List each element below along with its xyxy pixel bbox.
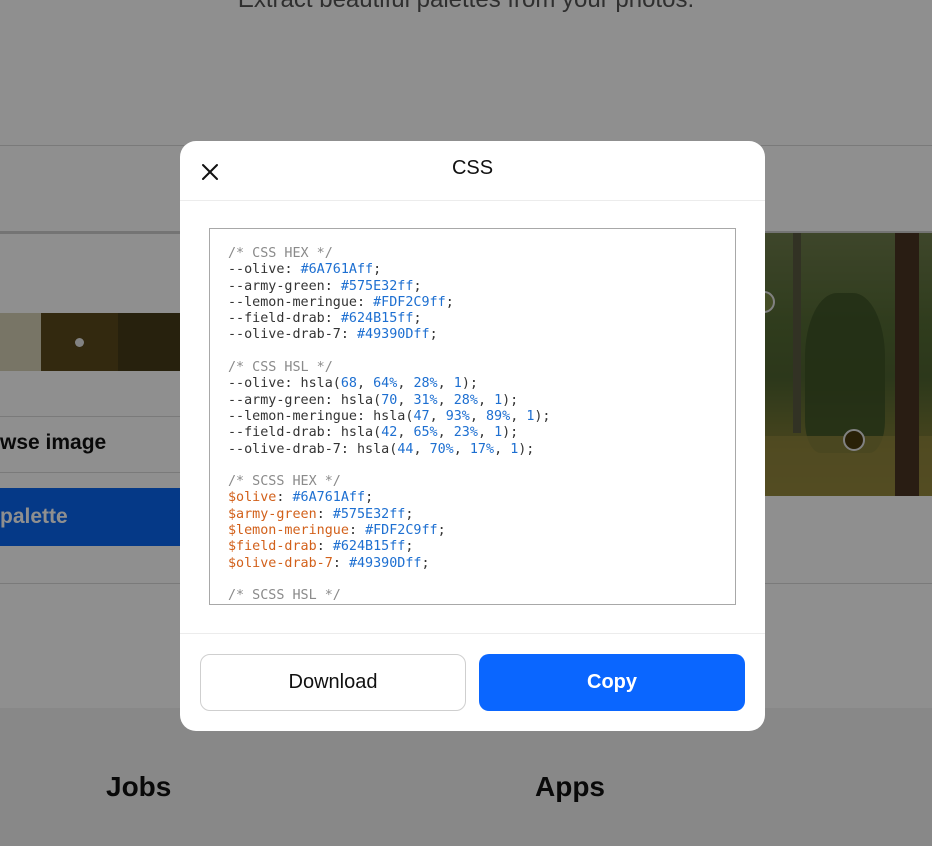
code-comment: /* CSS HEX */ <box>228 246 333 261</box>
variable-name: $lemon-meringue <box>228 523 349 539</box>
code-declaration: $army-green: #575E32ff; <box>228 506 414 522</box>
variable-name: --olive-drab-7 <box>228 441 341 457</box>
code-declaration: --olive-drab-7: #49390Dff; <box>228 327 438 343</box>
code-declaration: --olive-drab-7: hsla(44, 70%, 17%, 1); <box>228 441 535 457</box>
download-button[interactable]: Download <box>200 654 466 711</box>
code-comment: /* SCSS HEX */ <box>228 474 341 490</box>
variable-value: #FDF2C9ff <box>373 294 446 310</box>
code-declaration: --army-green: hsla(70, 31%, 28%, 1); <box>228 392 519 408</box>
export-css-dialog: CSS /* CSS HEX */--olive: #6A761Aff; --ar… <box>180 141 765 731</box>
code-comment: /* CSS HSL */ <box>228 360 333 376</box>
code-declaration: --lemon-meringue: #FDF2C9ff; <box>228 294 454 310</box>
dialog-footer: Download Copy <box>180 633 765 731</box>
variable-value: #575E32ff <box>340 278 414 294</box>
code-declaration: $olive: #6A761Aff; <box>228 490 374 506</box>
variable-name: --olive-drab-7 <box>228 327 341 343</box>
variable-name: --lemon-meringue <box>228 408 357 424</box>
code-declaration: --army-green: #575E32ff; <box>228 278 422 294</box>
variable-value: #FDF2C9ff <box>365 523 438 539</box>
dialog-header: CSS <box>180 141 765 201</box>
variable-value: #624B15ff <box>340 311 414 327</box>
variable-value: #624B15ff <box>332 539 406 555</box>
code-declaration: --field-drab: #624B15ff; <box>228 311 422 327</box>
code-comment: /* SCSS HSL */ <box>228 588 341 604</box>
variable-name: --field-drab <box>228 311 325 327</box>
code-declaration: --field-drab: hsla(42, 65%, 23%, 1); <box>228 425 519 441</box>
dialog-title: CSS <box>451 157 494 179</box>
code-declaration: --olive: hsla(68, 64%, 28%, 1); <box>228 376 478 392</box>
code-declaration: $field-drab: #624B15ff; <box>228 539 414 555</box>
code-declaration: $olive-drab-7: #49390Dff; <box>228 555 430 571</box>
variable-name: --field-drab <box>228 425 325 441</box>
code-declaration: $lemon-meringue: #FDF2C9ff; <box>228 523 446 539</box>
variable-value: #49390Dff <box>348 555 422 571</box>
copy-button[interactable]: Copy <box>479 654 745 711</box>
variable-value: #6A761Aff <box>300 262 374 278</box>
variable-name: $olive-drab-7 <box>228 555 333 571</box>
variable-value: #6A761Aff <box>292 490 366 506</box>
variable-name: --olive <box>228 262 285 278</box>
variable-name: --army-green <box>228 278 325 294</box>
code-output[interactable]: /* CSS HEX */--olive: #6A761Aff; --army-g… <box>209 228 736 605</box>
code-declaration: --olive: #6A761Aff; <box>228 262 382 278</box>
variable-name: $olive <box>228 490 277 506</box>
variable-name: $army-green <box>228 506 317 522</box>
variable-name: --lemon-meringue <box>228 294 357 310</box>
variable-name: $field-drab <box>228 539 317 555</box>
code-declaration: --lemon-meringue: hsla(47, 93%, 89%, 1); <box>228 408 551 424</box>
variable-name: --army-green <box>228 392 325 408</box>
variable-name: --olive <box>228 376 285 392</box>
variable-value: #49390Dff <box>357 327 430 343</box>
code-text: /* CSS HEX */--olive: #6A761Aff; --army-g… <box>210 229 735 604</box>
variable-value: #575E32ff <box>332 506 406 522</box>
